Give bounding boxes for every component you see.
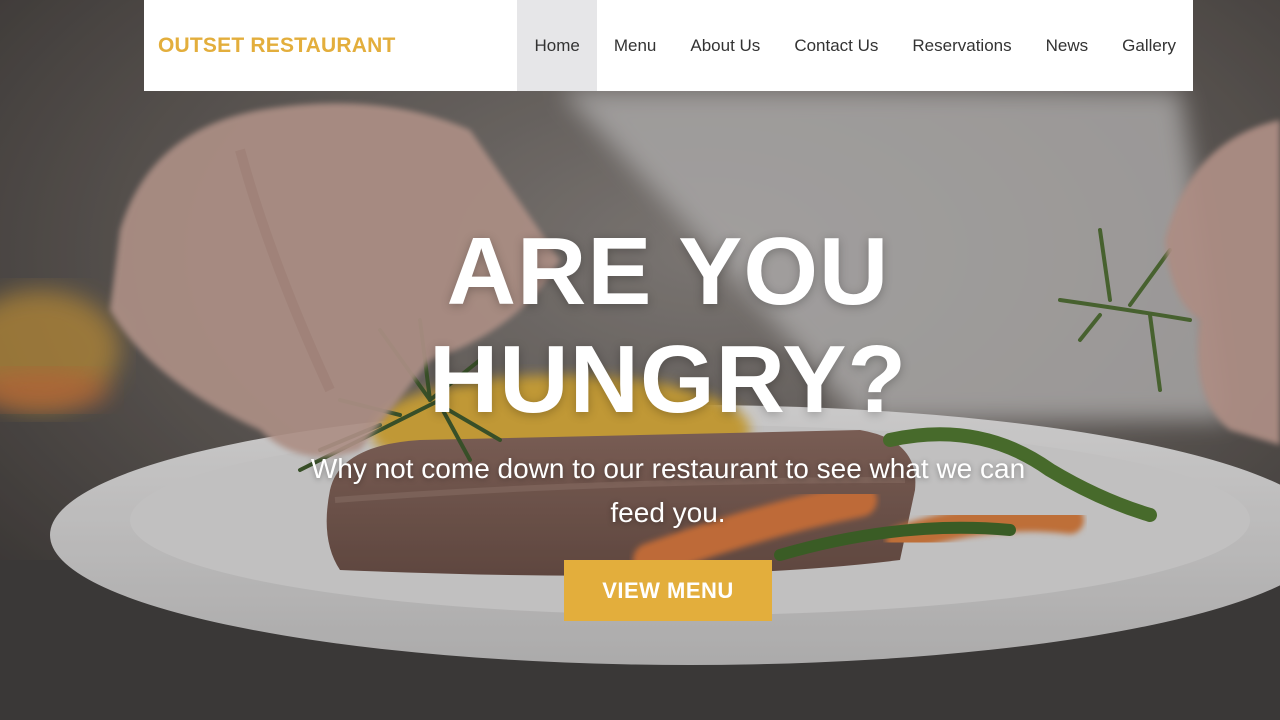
nav-item-home[interactable]: Home — [517, 0, 597, 91]
hero-subtitle: Why not come down to our restaurant to s… — [310, 453, 1026, 529]
hero-heading-line-2: HUNGRY? — [428, 325, 908, 433]
hero-heading: ARE YOU HUNGRY? — [290, 218, 1046, 433]
nav-item-gallery[interactable]: Gallery — [1105, 0, 1193, 91]
nav-item-news[interactable]: News — [1029, 0, 1106, 91]
hero-content: ARE YOU HUNGRY? Why not come down to our… — [290, 218, 1046, 621]
hero-heading-line-1: ARE YOU — [446, 218, 890, 325]
nav-item-contact-us[interactable]: Contact Us — [777, 0, 895, 91]
nav-links: Home Menu About Us Contact Us Reservatio… — [517, 0, 1193, 91]
nav-item-menu[interactable]: Menu — [597, 0, 674, 91]
nav-item-about-us[interactable]: About Us — [673, 0, 777, 91]
top-navigation-bar: OUTSET RESTAURANT Home Menu About Us Con… — [144, 0, 1193, 91]
nav-item-reservations[interactable]: Reservations — [895, 0, 1028, 91]
view-menu-button[interactable]: VIEW MENU — [564, 559, 772, 621]
brand-logo-text[interactable]: OUTSET RESTAURANT — [158, 34, 396, 58]
hero-section: OUTSET RESTAURANT Home Menu About Us Con… — [0, 0, 1280, 720]
